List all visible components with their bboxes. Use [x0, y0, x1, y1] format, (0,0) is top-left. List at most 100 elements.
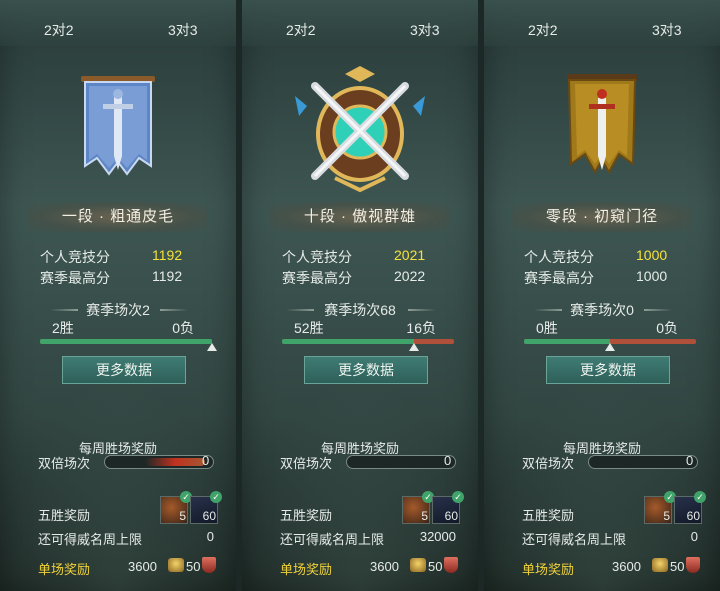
win-loss-marker-icon [207, 343, 217, 351]
mode-tabs: 2对2 3对3 [484, 0, 720, 46]
tab-2v2[interactable]: 2对2 [286, 20, 316, 40]
rank-title: 十段 · 傲视群雄 [270, 202, 450, 232]
weekly-cap-label: 还可得威名周上限 [280, 532, 385, 547]
gold-reward-value: 3600 [370, 559, 399, 574]
gold-coin-icon [652, 558, 668, 572]
personal-score-label: 个人竞技分 [40, 249, 110, 265]
reward-item-scroll-icon[interactable]: ✓ 60 [190, 491, 222, 524]
honor-reward-value: 50 [186, 559, 201, 574]
win-loss-marker-icon [408, 343, 419, 351]
tab-3v3[interactable]: 3对3 [168, 20, 198, 40]
rank-title: 一段 · 粗通皮毛 [28, 202, 208, 232]
gold-coin-icon [410, 558, 426, 572]
reward-item-scroll-icon[interactable]: ✓ 60 [432, 491, 464, 524]
season-best-value: 1192 [152, 268, 183, 284]
ornament-right [160, 309, 188, 311]
background-scenery [242, 380, 478, 591]
wins-count: 0胜 [536, 320, 558, 336]
rank-panel-2: 2对2 3对3 十段 · 傲视群雄 个人竞技分 2021 赛季最高分 2022 … [242, 0, 478, 591]
item-count: 5 [663, 509, 670, 523]
wins-count: 52胜 [294, 320, 324, 336]
honor-shield-icon [202, 557, 216, 573]
item-count: 5 [179, 509, 186, 523]
rank-panel-1: 2对2 3对3 一段 · 粗通皮毛 个人竞技分 1192 赛季最高分 1192 … [0, 0, 236, 591]
background-scenery [0, 380, 236, 591]
single-reward-label: 单场奖励 [280, 562, 333, 577]
gold-reward-value: 3600 [128, 559, 157, 574]
double-matches-value: 0 [444, 453, 452, 468]
double-matches-value: 0 [686, 453, 694, 468]
personal-score-label: 个人竞技分 [524, 249, 594, 265]
five-win-reward-label: 五胜奖励 [522, 508, 575, 523]
wins-count: 2胜 [52, 320, 74, 336]
rank-emblem-icon [567, 74, 637, 175]
double-glow [145, 458, 205, 466]
rank-panel-3: 2对2 3对3 零段 · 初窥门径 个人竞技分 1000 赛季最高分 1000 … [484, 0, 720, 591]
more-data-button[interactable]: 更多数据 [62, 356, 186, 384]
double-matches-bar [104, 455, 214, 469]
gold-reward-value: 3600 [612, 559, 641, 574]
personal-score-label: 个人竞技分 [282, 249, 352, 265]
rank-emblem-icon [295, 66, 425, 193]
more-data-button[interactable]: 更多数据 [304, 356, 428, 384]
five-win-reward-label: 五胜奖励 [38, 508, 91, 523]
win-fill [282, 339, 414, 344]
tab-3v3[interactable]: 3对3 [652, 20, 682, 40]
single-reward-label: 单场奖励 [522, 562, 575, 577]
tab-2v2[interactable]: 2对2 [44, 20, 74, 40]
five-win-reward-label: 五胜奖励 [280, 508, 333, 523]
win-loss-bar [40, 339, 212, 344]
reward-item-chest-icon[interactable]: ✓ 5 [160, 491, 192, 524]
weekly-cap-label: 还可得威名周上限 [38, 532, 143, 547]
season-matches: 赛季场次68 [324, 302, 396, 318]
double-matches-value: 0 [202, 453, 210, 468]
weekly-cap-value: 0 [690, 529, 698, 544]
honor-shield-icon [444, 557, 458, 573]
double-matches-bar [346, 455, 456, 469]
double-matches-label: 双倍场次 [280, 456, 333, 471]
tab-3v3[interactable]: 3对3 [410, 20, 440, 40]
check-icon: ✓ [452, 491, 464, 503]
background-scenery [484, 380, 720, 591]
item-count: 60 [202, 509, 216, 523]
rank-title: 零段 · 初窥门径 [512, 202, 692, 232]
mode-tabs: 2对2 3对3 [242, 0, 478, 46]
reward-item-chest-icon[interactable]: ✓ 5 [644, 491, 676, 524]
weekly-cap-value: 32000 [419, 529, 456, 544]
win-fill [40, 339, 212, 344]
double-matches-label: 双倍场次 [522, 456, 575, 471]
rank-emblem-icon [81, 76, 155, 176]
win-fill [524, 339, 610, 344]
honor-reward-value: 50 [670, 559, 685, 574]
season-matches: 赛季场次0 [570, 302, 634, 318]
personal-score-value: 1192 [152, 247, 183, 263]
personal-score-value: 1000 [636, 247, 668, 263]
honor-reward-value: 50 [428, 559, 443, 574]
reward-item-scroll-icon[interactable]: ✓ 60 [674, 491, 706, 524]
double-matches-bar [588, 455, 698, 469]
season-best-label: 赛季最高分 [524, 270, 594, 286]
season-best-value: 1000 [636, 268, 668, 284]
reward-item-chest-icon[interactable]: ✓ 5 [402, 491, 434, 524]
item-count: 5 [421, 509, 428, 523]
losses-count: 16负 [406, 320, 436, 336]
personal-score-value: 2021 [394, 247, 426, 263]
weekly-cap-value: 0 [206, 529, 214, 544]
single-reward-label: 单场奖励 [38, 562, 91, 577]
win-loss-bar [282, 339, 454, 344]
ornament-right [408, 309, 436, 311]
season-best-label: 赛季最高分 [282, 270, 352, 286]
item-count: 60 [686, 509, 700, 523]
weekly-cap-label: 还可得威名周上限 [522, 532, 627, 547]
season-best-label: 赛季最高分 [40, 270, 110, 286]
season-matches: 赛季场次2 [86, 302, 150, 318]
tab-2v2[interactable]: 2对2 [528, 20, 558, 40]
mode-tabs: 2对2 3对3 [0, 0, 236, 46]
losses-count: 0负 [656, 320, 678, 336]
item-count: 60 [444, 509, 458, 523]
honor-shield-icon [686, 557, 700, 573]
season-best-value: 2022 [394, 268, 426, 284]
check-icon: ✓ [694, 491, 706, 503]
losses-count: 0负 [172, 320, 194, 336]
more-data-button[interactable]: 更多数据 [546, 356, 670, 384]
